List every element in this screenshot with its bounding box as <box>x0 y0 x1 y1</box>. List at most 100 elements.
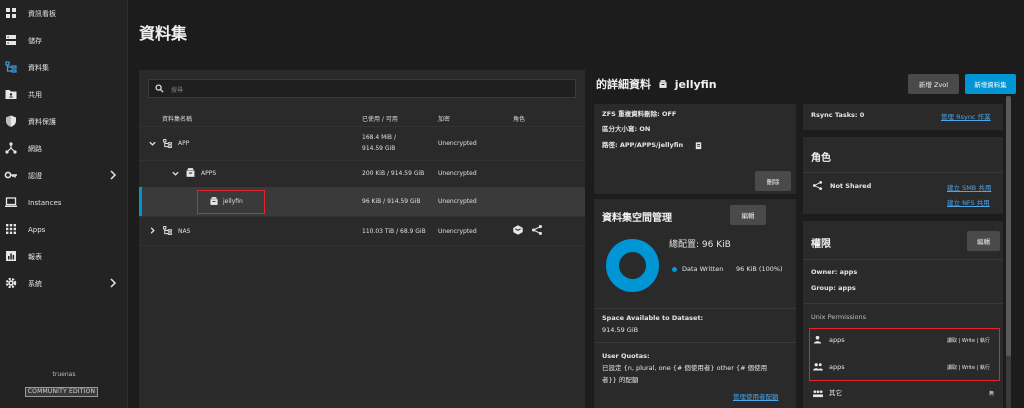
search-input[interactable]: 搜尋 <box>148 79 576 98</box>
legend-value: 96 KiB (100%) <box>736 265 783 273</box>
permissions-card-title: 權限 <box>811 239 831 250</box>
space-card-title: 資料集空間管理 <box>602 213 672 224</box>
edition-badge: COMMUNITY EDITION <box>25 387 98 397</box>
shares-icon <box>5 90 17 99</box>
table-row[interactable]: NAS 110.03 TiB / 68.9 GiB Unencrypted <box>139 217 585 245</box>
sidebar-item-apps[interactable]: Apps <box>0 216 128 243</box>
sidebar-item-label: 報表 <box>28 253 42 261</box>
sidebar-item-label: 資料集 <box>28 64 49 72</box>
storage-icon <box>6 35 16 45</box>
sidebar-item-system[interactable]: 系統 <box>0 270 128 297</box>
sidebar-item-label: 儲存 <box>28 37 42 45</box>
sidebar-item-credentials[interactable]: 認證 <box>0 162 128 189</box>
edit-permissions-button[interactable]: 編輯 <box>967 231 1000 251</box>
manage-user-quotas-link[interactable]: 管理使用者配額 <box>733 391 779 401</box>
add-dataset-button[interactable]: 新增資料集 <box>965 74 1016 94</box>
sidebar-item-label: Instances <box>28 199 62 207</box>
create-nfs-share-link[interactable]: 建立 NFS 共用 <box>947 197 990 207</box>
details-card: ZFS 重複資料刪除: OFF 區分大小寫: ON 路徑: APP/APPS/j… <box>594 104 796 194</box>
user-quotas-text: 已設定 {n, plural, one {# 個使用者} other {# 個使… <box>602 364 768 372</box>
sidebar-item-instances[interactable]: Instances <box>0 189 128 216</box>
dataset-name: NAS <box>178 228 191 235</box>
dashboard-icon <box>6 8 16 18</box>
chevron-right-icon[interactable] <box>148 226 157 235</box>
path-field: 路徑: APP/APPS/jellyfin <box>602 141 684 149</box>
details-title: 的詳細資料 jellyfin <box>596 76 717 92</box>
table-row[interactable]: APP 168.4 MiB / 914.59 GiB Unencrypted <box>139 127 585 160</box>
divider <box>594 342 796 343</box>
col-header-used[interactable]: 已使用 / 可用 <box>362 114 398 123</box>
col-header-encryption[interactable]: 加密 <box>438 114 450 123</box>
dataset-tree-icon <box>163 139 172 148</box>
chevron-right-icon <box>110 278 117 288</box>
perm-other-name: 其它 <box>829 389 842 397</box>
space-management-card: 資料集空間管理 編輯 總配置: 96 KiB Data Written 96 K… <box>594 199 796 408</box>
sidebar-item-label: 資訊看板 <box>28 10 56 18</box>
apps-grid-icon <box>6 224 16 234</box>
add-zvol-button[interactable]: 新增 Zvol <box>908 74 959 94</box>
dataset-name: APP <box>178 140 190 147</box>
roles-card: 角色 Not Shared 建立 SMB 共用 建立 NFS 共用 <box>803 137 1003 214</box>
sidebar-item-shares[interactable]: 共用 <box>0 81 128 108</box>
others-icon <box>813 390 823 398</box>
legend-dot <box>672 267 677 272</box>
space-available-label: Space Available to Dataset: <box>602 314 704 322</box>
chevron-down-icon[interactable] <box>148 139 157 148</box>
app-dataset-icon <box>186 168 195 177</box>
dataset-tree-icon <box>163 226 172 235</box>
sidebar-item-data-protection[interactable]: 資料保護 <box>0 108 128 135</box>
edit-space-button[interactable]: 編輯 <box>730 205 766 225</box>
sidebar-item-network[interactable]: 網路 <box>0 135 128 162</box>
sidebar-item-label: 網路 <box>28 145 42 153</box>
perm-other-rights: 無 <box>989 391 995 397</box>
total-allocation: 總配置: 96 KiB <box>669 240 731 250</box>
dataset-used: 110.03 TiB / 68.9 GiB <box>362 228 426 235</box>
divider <box>594 308 796 309</box>
scrollbar-thumb[interactable] <box>1006 96 1011 356</box>
delete-button[interactable]: 刪除 <box>755 171 791 191</box>
divider <box>803 303 1003 304</box>
space-available-value: 914.59 GiB <box>602 326 639 334</box>
sidebar-item-label: Apps <box>28 226 46 234</box>
sidebar-item-storage[interactable]: 儲存 <box>0 27 128 54</box>
network-icon <box>5 142 17 154</box>
unix-permissions-label: Unix Permissions <box>811 313 867 321</box>
app-root: 資訊看板 儲存 資料集 共用 資料保護 網路 認證 Instances Apps… <box>0 0 1024 408</box>
sidebar-item-reports[interactable]: 報表 <box>0 243 128 270</box>
dataset-used: 914.59 GiB <box>362 145 396 152</box>
dataset-encryption: Unencrypted <box>438 198 477 205</box>
sidebar-item-label: 共用 <box>28 91 42 99</box>
group-field: Group: apps <box>811 284 856 292</box>
sidebar-item-dashboard[interactable]: 資訊看板 <box>0 0 128 27</box>
zfs-dedup-field: ZFS 重複資料刪除: OFF <box>602 110 677 118</box>
legend-label: Data Written <box>682 265 724 273</box>
reports-icon <box>6 251 16 261</box>
sidebar-item-label: 認證 <box>28 172 42 180</box>
highlight-box <box>197 190 265 214</box>
sidebar-item-datasets[interactable]: 資料集 <box>0 54 128 81</box>
row-divider <box>139 245 585 246</box>
details-dataset-name: jellyfin <box>674 78 717 91</box>
copy-icon[interactable] <box>694 141 703 150</box>
divider <box>803 259 1003 260</box>
shield-icon <box>6 115 16 127</box>
dataset-encryption: Unencrypted <box>438 140 477 147</box>
dataset-encryption: Unencrypted <box>438 170 477 177</box>
dataset-used: 200 KiB / 914.59 GiB <box>362 170 425 177</box>
user-quotas-text: 者}} 的配額 <box>602 376 639 384</box>
sidebar: 資訊看板 儲存 資料集 共用 資料保護 網路 認證 Instances Apps… <box>0 0 128 408</box>
data-protection-card: Rsync Tasks: 0 管理 Rsync 作業 <box>803 104 1003 130</box>
chevron-down-icon[interactable] <box>171 169 180 178</box>
details-title-prefix: 的詳細資料 <box>596 78 651 91</box>
gear-icon <box>5 277 17 289</box>
manage-rsync-link[interactable]: 管理 Rsync 作業 <box>941 111 991 121</box>
divider <box>803 172 1003 173</box>
app-dataset-icon <box>659 80 667 88</box>
highlight-box <box>809 328 1000 381</box>
col-header-roles[interactable]: 角色 <box>513 114 525 123</box>
dataset-name: APPS <box>201 170 217 177</box>
col-header-name[interactable]: 資料集名稱 <box>162 114 192 123</box>
sidebar-item-label: 系統 <box>28 280 42 288</box>
create-smb-share-link[interactable]: 建立 SMB 共用 <box>947 182 991 192</box>
table-row[interactable]: APPS 200 KiB / 914.59 GiB Unencrypted <box>139 161 585 187</box>
